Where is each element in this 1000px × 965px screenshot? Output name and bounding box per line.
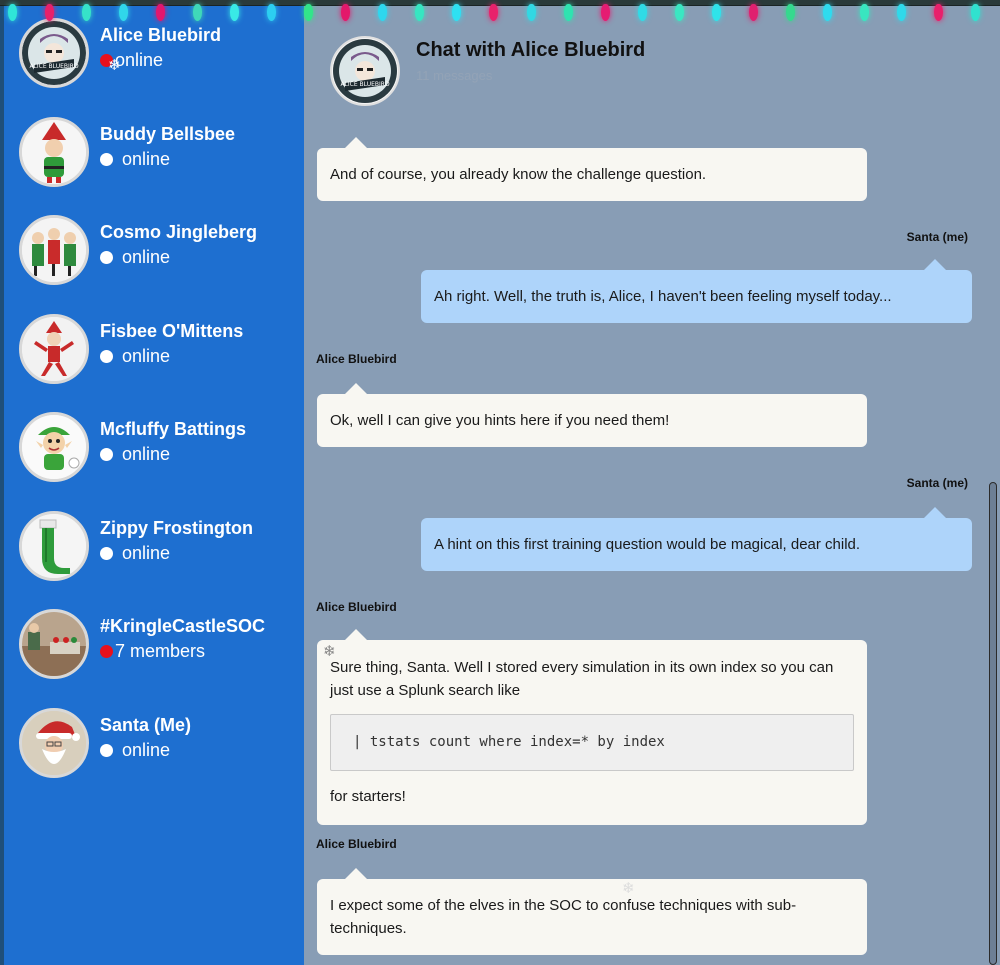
snowflake-icon: ❄ — [622, 880, 635, 897]
message-text: Sure thing, Santa. Well I stored every s… — [330, 659, 834, 699]
message-bubble: And of course, you already know the chal… — [317, 137, 867, 201]
elf-avatar — [19, 116, 89, 187]
message-bubble: A hint on this first training question w… — [421, 507, 972, 571]
message-bubble: I expect some of the elves in the SOC to… — [317, 868, 867, 955]
contact-buddy-bellsbee[interactable]: Buddy Bellsbee online — [4, 116, 304, 216]
snowflake-icon: ❄ — [108, 57, 121, 74]
contact-name: Fisbee O'Mittens — [100, 320, 244, 341]
contact-status: online — [100, 444, 246, 465]
elf-group-avatar — [19, 215, 89, 285]
message-text: And of course, you already know the chal… — [330, 166, 707, 183]
alice-avatar: ALICE BLUEBIRD — [330, 36, 400, 106]
message-sender: Alice Bluebird — [316, 837, 397, 851]
chat-scrollbar[interactable] — [989, 482, 997, 965]
chat-message: A hint on this first training question w… — [421, 507, 972, 571]
chat-message: Ok, well I can give you hints here if yo… — [317, 383, 867, 447]
status-text: online — [115, 50, 164, 70]
message-text: I expect some of the elves in the SOC to… — [330, 897, 797, 937]
status-text: online — [122, 444, 171, 464]
contact-kringlecastlesoc[interactable]: #KringleCastleSOC 7 members — [4, 609, 304, 708]
contact-name: Buddy Bellsbee — [100, 123, 236, 144]
cartoon-elf-avatar — [19, 412, 89, 482]
message-bubble: Ok, well I can give you hints here if yo… — [317, 383, 867, 447]
message-sender: Santa (me) — [906, 230, 968, 244]
contact-name: #KringleCastleSOC — [100, 616, 266, 636]
code-block: | tstats count where index=* by index — [330, 714, 854, 771]
alice-avatar: ALICE BLUEBIRD — [19, 18, 89, 88]
status-dot — [100, 546, 113, 560]
soc-room-avatar — [19, 609, 89, 679]
status-dot — [100, 448, 113, 461]
contact-sidebar: ALICE BLUEBIRD Alice Bluebird online Bud… — [4, 0, 304, 965]
contact-status: online — [100, 247, 257, 268]
status-dot — [100, 645, 113, 658]
status-dot — [100, 152, 113, 166]
message-text: A hint on this first training question w… — [434, 536, 861, 553]
message-sender: Santa (me) — [906, 476, 968, 490]
status-text: online — [122, 247, 171, 267]
contact-status: 7 members — [100, 641, 265, 662]
contact-cosmo-jingleberg[interactable]: Cosmo Jingleberg online — [4, 215, 304, 314]
contact-status: online — [100, 149, 235, 170]
contact-name: Alice Bluebird — [100, 25, 222, 45]
status-dot — [100, 743, 113, 757]
svg-text:ALICE BLUEBIRD: ALICE BLUEBIRD — [340, 81, 390, 88]
contact-alice-bluebird[interactable]: ALICE BLUEBIRD Alice Bluebird online — [4, 18, 304, 117]
stocking-avatar — [19, 510, 89, 581]
elf-doll-avatar — [19, 313, 89, 384]
contact-santa-me[interactable]: Santa (Me) online — [4, 707, 304, 807]
message-text: Ok, well I can give you hints here if yo… — [330, 412, 670, 429]
contact-name: Mcfluffy Battings — [100, 419, 246, 439]
message-sender: Alice Bluebird — [316, 600, 397, 614]
message-bubble: Ah right. Well, the truth is, Alice, I h… — [421, 259, 972, 323]
message-sender: Alice Bluebird — [316, 352, 397, 366]
status-dot — [100, 251, 113, 264]
chat-message: Ah right. Well, the truth is, Alice, I h… — [421, 259, 972, 323]
contact-fisbee-omittens[interactable]: Fisbee O'Mittens online — [4, 313, 304, 413]
contact-name: Cosmo Jingleberg — [100, 222, 258, 242]
santa-avatar — [19, 707, 89, 778]
chat-message: And of course, you already know the chal… — [317, 137, 867, 201]
status-text: online — [122, 739, 171, 760]
chat-header: ALICE BLUEBIRD Chat with Alice Bluebird … — [330, 36, 645, 106]
message-text: Ah right. Well, the truth is, Alice, I h… — [434, 288, 892, 305]
contact-name: Santa (Me) — [100, 714, 192, 735]
status-dot — [100, 349, 113, 363]
message-text-after: for starters! — [330, 788, 406, 805]
status-text: online — [122, 542, 171, 563]
chat-title: Chat with Alice Bluebird — [416, 39, 646, 61]
contact-status: online — [100, 543, 253, 564]
contact-mcfluffy-battings[interactable]: Mcfluffy Battings online — [4, 412, 304, 511]
chat-message: Sure thing, Santa. Well I stored every s… — [317, 629, 867, 825]
contact-name: Zippy Frostington — [100, 517, 253, 538]
contact-status: online — [100, 740, 191, 761]
status-text: 7 members — [115, 641, 206, 661]
svg-text:ALICE BLUEBIRD: ALICE BLUEBIRD — [29, 63, 79, 70]
snowflake-icon: ❄ — [323, 643, 336, 660]
chat-subtitle: 11 messages — [416, 68, 493, 83]
message-bubble: Sure thing, Santa. Well I stored every s… — [317, 629, 867, 825]
contact-zippy-frostington[interactable]: Zippy Frostington online — [4, 510, 304, 610]
contact-status: online — [100, 346, 243, 367]
status-text: online — [122, 148, 171, 169]
chat-panel: ALICE BLUEBIRD Chat with Alice Bluebird … — [304, 0, 1000, 965]
status-text: online — [122, 345, 171, 366]
chat-message: I expect some of the elves in the SOC to… — [317, 868, 867, 955]
